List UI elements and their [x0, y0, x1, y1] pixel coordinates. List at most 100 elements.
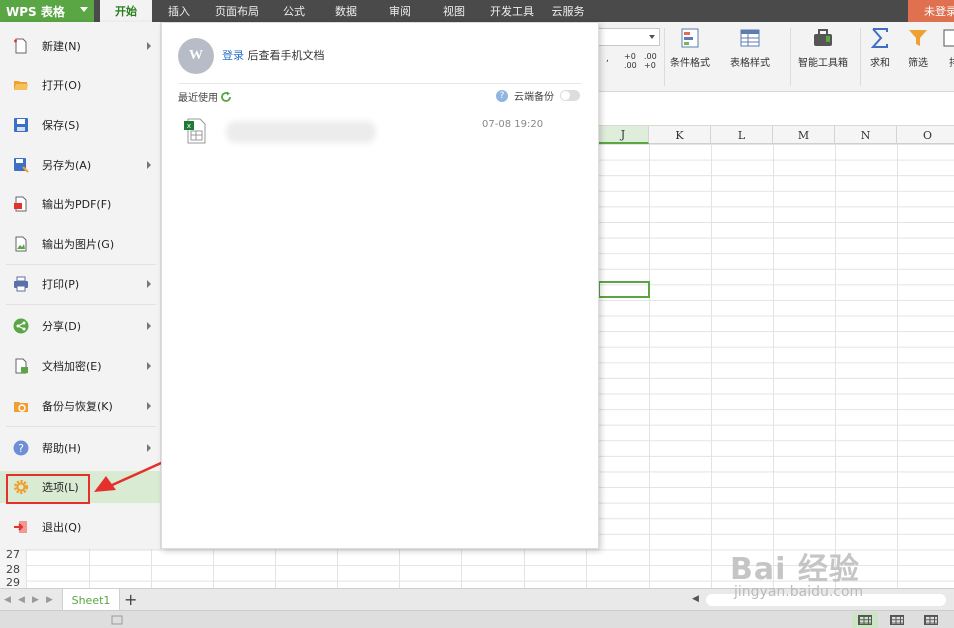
ribbon-divider [790, 28, 791, 86]
grid-view-icon [858, 615, 872, 625]
ribbon-divider [664, 28, 665, 86]
smart-toolbox-button[interactable]: 智能工具箱 [798, 26, 848, 69]
share-icon [12, 317, 30, 335]
avatar[interactable]: W [178, 38, 214, 74]
ribbon-divider [860, 28, 861, 86]
refresh-icon[interactable] [220, 91, 232, 103]
backup-icon [12, 397, 30, 415]
menu-item-open[interactable]: 打开(O) [0, 69, 160, 101]
comma-style-button[interactable]: , [606, 54, 609, 64]
filter-icon [909, 30, 927, 46]
file-date: 07-08 19:20 [482, 119, 544, 130]
next-sheet-icon[interactable]: ▶ [32, 595, 39, 605]
menu-item-print[interactable]: 打印(P) [0, 268, 160, 300]
selected-cell[interactable] [598, 281, 650, 298]
row-number[interactable]: 29 [0, 578, 26, 588]
conditional-format-label: 条件格式 [670, 58, 710, 69]
toolbox-icon [814, 29, 832, 46]
menu-label: 帮助(H) [42, 442, 81, 455]
decrease-decimal-button[interactable]: .00 +0 [644, 52, 658, 70]
sort-button[interactable]: 排 [942, 26, 954, 69]
column-header[interactable]: O [897, 126, 954, 144]
menu-label: 新建(N) [42, 40, 81, 53]
chevron-right-icon [147, 362, 151, 370]
first-sheet-icon[interactable]: ◀ [4, 595, 11, 605]
status-bar [0, 610, 954, 628]
menu-item-backup[interactable]: 备份与恢复(K) [0, 390, 160, 422]
table-style-label: 表格样式 [730, 58, 770, 69]
menu-item-share[interactable]: 分享(D) [0, 310, 160, 342]
login-hint: 后查看手机文档 [244, 49, 325, 62]
grid-line [773, 144, 774, 588]
menu-item-encrypt[interactable]: 文档加密(E) [0, 350, 160, 382]
tab-cloud-service[interactable]: 云服务 [546, 0, 590, 22]
column-header[interactable]: M [773, 126, 835, 144]
page-break-view-button[interactable] [884, 612, 910, 628]
app-title: WPS 表格 [6, 4, 65, 19]
menu-divider [6, 426, 156, 427]
column-header[interactable]: L [711, 126, 773, 144]
menu-item-save[interactable]: 保存(S) [0, 109, 160, 141]
smart-toolbox-label: 智能工具箱 [798, 58, 848, 69]
watermark-logo: Bai 经验 [730, 552, 860, 587]
tab-developer[interactable]: 开发工具 [484, 0, 540, 22]
encrypt-icon [12, 357, 30, 375]
page-break-icon [890, 615, 904, 625]
sheet-tab[interactable]: Sheet1 [62, 589, 120, 611]
login-button[interactable]: 未登录 [908, 0, 954, 22]
app-menu-button[interactable]: WPS 表格 [0, 0, 94, 22]
menu-item-save-as[interactable]: 另存为(A) [0, 149, 160, 181]
conditional-format-button[interactable]: 条件格式 [670, 26, 710, 69]
filter-button[interactable]: 筛选 [906, 26, 930, 69]
login-link[interactable]: 登录 [222, 49, 244, 62]
tab-data[interactable]: 数据 [326, 0, 366, 22]
chevron-right-icon [147, 402, 151, 410]
menu-label: 退出(Q) [42, 521, 82, 534]
menu-item-new[interactable]: 新建(N) [0, 30, 160, 62]
menu-divider [6, 304, 156, 305]
sort-label: 排 [949, 54, 954, 69]
tab-view[interactable]: 视图 [434, 0, 474, 22]
conditional-format-icon [681, 28, 699, 48]
table-style-button[interactable]: 表格样式 [730, 26, 770, 69]
export-image-icon [12, 235, 30, 253]
tab-insert[interactable]: 插入 [158, 0, 200, 22]
chevron-right-icon [147, 322, 151, 330]
add-sheet-button[interactable]: + [124, 590, 137, 609]
tab-review[interactable]: 审阅 [380, 0, 420, 22]
sort-icon [943, 29, 954, 47]
column-header[interactable]: J [598, 126, 649, 144]
number-format-select[interactable] [598, 28, 660, 46]
cloud-backup-toggle[interactable] [560, 90, 580, 101]
spreadsheet-file-icon: x [184, 118, 206, 144]
page-layout-view-button[interactable] [918, 612, 944, 628]
prev-sheet-icon[interactable]: ◀ [18, 595, 25, 605]
increase-decimal-button[interactable]: +0 .00 [624, 52, 638, 70]
row-number[interactable]: 28 [0, 563, 26, 578]
tab-page-layout[interactable]: 页面布局 [208, 0, 266, 22]
sum-button[interactable]: 求和 [868, 26, 892, 69]
chevron-right-icon [147, 42, 151, 50]
recent-file-item[interactable]: x 07-08 19:20 [182, 117, 582, 149]
tab-home[interactable]: 开始 [100, 0, 152, 22]
tab-formulas[interactable]: 公式 [274, 0, 314, 22]
cloud-backup-label: 云端备份 [514, 92, 554, 103]
sum-icon [870, 28, 888, 48]
panel-divider [178, 83, 582, 84]
grid-line [835, 144, 836, 588]
row-number[interactable]: 27 [0, 548, 26, 563]
column-header[interactable]: K [649, 126, 711, 144]
help-icon: ? [12, 439, 30, 457]
last-sheet-icon[interactable]: ▶ [46, 595, 53, 605]
save-as-icon [12, 156, 30, 174]
help-icon[interactable]: ? [496, 89, 508, 102]
menu-item-export-pdf[interactable]: 输出为PDF(F) [0, 188, 160, 220]
chevron-down-icon [80, 7, 88, 12]
column-header[interactable]: N [835, 126, 897, 144]
menu-label: 文档加密(E) [42, 360, 102, 373]
normal-view-button[interactable] [852, 612, 878, 628]
macro-record-icon[interactable] [110, 614, 126, 626]
menu-item-exit[interactable]: 退出(Q) [0, 511, 160, 543]
menu-item-export-image[interactable]: 输出为图片(G) [0, 228, 160, 260]
scroll-left-icon[interactable]: ◀ [692, 594, 699, 604]
